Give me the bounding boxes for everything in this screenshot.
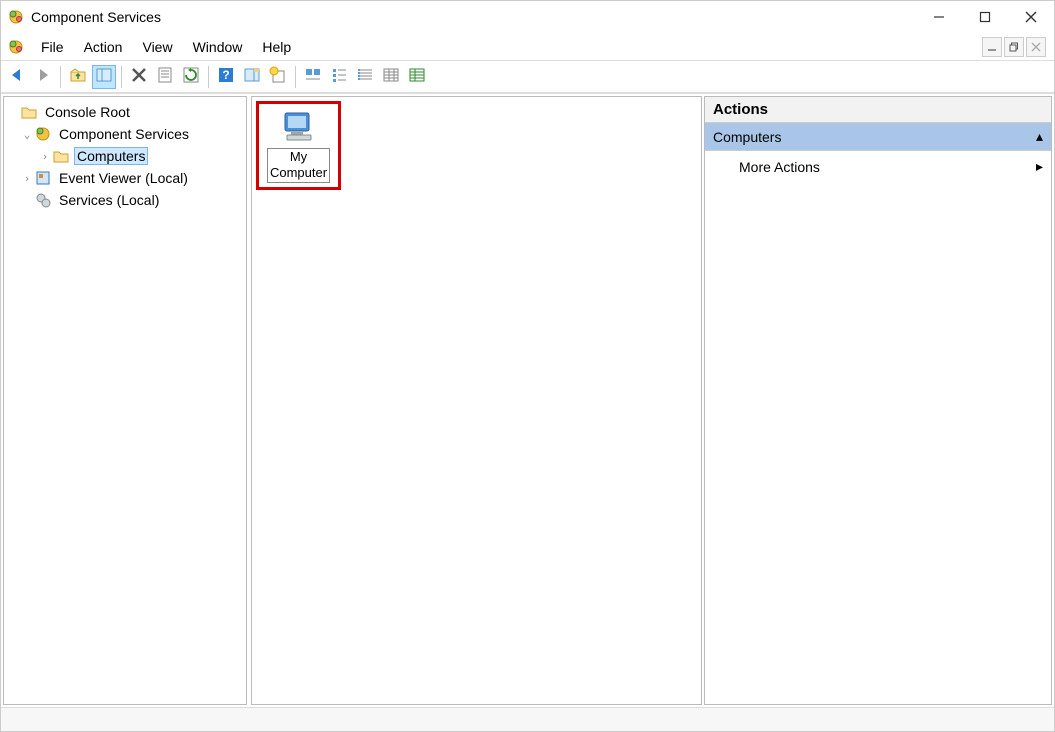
view-list2-button[interactable] bbox=[353, 65, 377, 89]
tree-item-label: Component Services bbox=[56, 125, 192, 143]
properties-button[interactable] bbox=[153, 65, 177, 89]
list1-icon bbox=[330, 66, 348, 87]
folder-up-icon bbox=[69, 66, 87, 87]
show-tree-icon bbox=[95, 66, 113, 87]
actions-pane: Actions Computers ▴ More Actions ▸ bbox=[704, 96, 1052, 705]
toolbar: ? bbox=[1, 61, 1054, 93]
help-button[interactable]: ? bbox=[214, 65, 238, 89]
actions-header: Actions bbox=[705, 97, 1051, 123]
window-title: Component Services bbox=[31, 9, 161, 25]
actions-item-more-actions[interactable]: More Actions ▸ bbox=[705, 151, 1051, 182]
delete-button[interactable] bbox=[127, 65, 151, 89]
actions-section-computers[interactable]: Computers ▴ bbox=[705, 123, 1051, 151]
toolbar-separator bbox=[60, 66, 61, 88]
tree-root-label: Console Root bbox=[42, 103, 133, 121]
chevron-down-icon[interactable]: ⌄ bbox=[20, 128, 34, 141]
properties-icon bbox=[156, 66, 174, 87]
titlebar: Component Services bbox=[1, 1, 1054, 33]
folder-icon bbox=[20, 103, 38, 121]
mdi-restore-button[interactable] bbox=[1004, 37, 1024, 57]
menu-file[interactable]: File bbox=[31, 36, 74, 58]
chevron-right-icon[interactable]: › bbox=[38, 150, 52, 163]
tree-item-component-services[interactable]: ⌄ Component Services bbox=[6, 123, 244, 145]
content-pane[interactable]: My Computer bbox=[251, 96, 702, 705]
new-window-button[interactable] bbox=[266, 65, 290, 89]
svg-text:?: ? bbox=[222, 68, 229, 82]
pane-icon bbox=[243, 66, 261, 87]
back-button[interactable] bbox=[5, 65, 29, 89]
detail2-icon bbox=[408, 66, 426, 87]
show-console-tree-button[interactable] bbox=[92, 65, 116, 89]
show-action-pane-button[interactable] bbox=[240, 65, 264, 89]
back-icon bbox=[8, 66, 26, 87]
refresh-icon bbox=[182, 66, 200, 87]
gear-icon bbox=[34, 125, 52, 143]
mdi-close-button[interactable] bbox=[1026, 37, 1046, 57]
chevron-right-icon[interactable]: › bbox=[20, 172, 34, 185]
view-detail-button[interactable] bbox=[379, 65, 403, 89]
toolbar-separator bbox=[208, 66, 209, 88]
view-status-button[interactable] bbox=[301, 65, 325, 89]
toolbar-separator bbox=[121, 66, 122, 88]
close-button[interactable] bbox=[1008, 1, 1054, 33]
tree-item-computers[interactable]: › Computers bbox=[6, 145, 244, 167]
new-icon bbox=[269, 66, 287, 87]
tree-item-label: Event Viewer (Local) bbox=[56, 169, 191, 187]
actions-item-label: More Actions bbox=[739, 159, 820, 175]
refresh-button[interactable] bbox=[179, 65, 203, 89]
services-icon bbox=[34, 191, 52, 209]
console-tree[interactable]: Console Root ⌄ Component Services › Comp… bbox=[4, 97, 246, 215]
content-item-my-computer[interactable]: My Computer bbox=[256, 101, 341, 190]
delete-icon bbox=[130, 66, 148, 87]
event-viewer-icon bbox=[34, 169, 52, 187]
tree-item-services[interactable]: Services (Local) bbox=[6, 189, 244, 211]
status-view-icon bbox=[304, 66, 322, 87]
help-icon: ? bbox=[217, 66, 235, 87]
menu-action[interactable]: Action bbox=[74, 36, 133, 58]
menu-help[interactable]: Help bbox=[252, 36, 301, 58]
tree-root[interactable]: Console Root bbox=[6, 101, 244, 123]
view-list1-button[interactable] bbox=[327, 65, 351, 89]
chevron-right-icon: ▸ bbox=[1036, 158, 1043, 175]
collapse-icon: ▴ bbox=[1036, 128, 1043, 145]
app-icon bbox=[7, 8, 25, 26]
mdi-minimize-button[interactable] bbox=[982, 37, 1002, 57]
status-bar bbox=[1, 707, 1054, 731]
tree-pane: Console Root ⌄ Component Services › Comp… bbox=[3, 96, 247, 705]
main-area: Console Root ⌄ Component Services › Comp… bbox=[1, 93, 1054, 707]
minimize-button[interactable] bbox=[916, 1, 962, 33]
tree-item-label: Services (Local) bbox=[56, 191, 162, 209]
forward-button[interactable] bbox=[31, 65, 55, 89]
tree-item-label: Computers bbox=[74, 147, 148, 165]
actions-section-label: Computers bbox=[713, 129, 781, 145]
toolbar-separator bbox=[295, 66, 296, 88]
menu-view[interactable]: View bbox=[132, 36, 182, 58]
menu-app-icon bbox=[7, 38, 25, 56]
content-item-label: My Computer bbox=[267, 148, 330, 183]
folder-icon bbox=[52, 147, 70, 165]
tree-item-event-viewer[interactable]: › Event Viewer (Local) bbox=[6, 167, 244, 189]
list2-icon bbox=[356, 66, 374, 87]
detail-icon bbox=[382, 66, 400, 87]
view-detail2-button[interactable] bbox=[405, 65, 429, 89]
forward-icon bbox=[34, 66, 52, 87]
menubar: File Action View Window Help bbox=[1, 33, 1054, 61]
mdi-controls bbox=[982, 37, 1048, 57]
up-level-button[interactable] bbox=[66, 65, 90, 89]
menu-window[interactable]: Window bbox=[183, 36, 253, 58]
computer-icon bbox=[281, 110, 317, 144]
maximize-button[interactable] bbox=[962, 1, 1008, 33]
